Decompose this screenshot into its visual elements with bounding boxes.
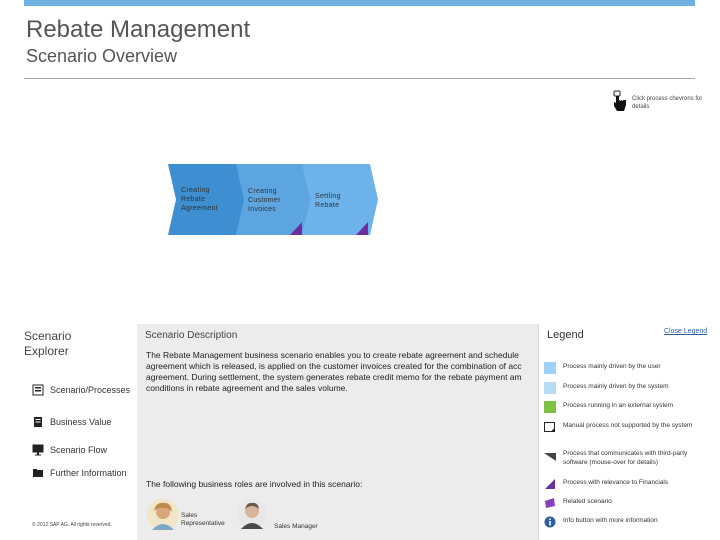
green-square-icon	[544, 401, 556, 413]
legend-item-text: Process with relevance to Financials	[563, 479, 669, 486]
chevron-label-line: Creating	[181, 187, 210, 194]
panel-scenario-flow[interactable]: Scenario Flow	[24, 439, 137, 460]
chevron-label-line: Customer	[248, 197, 281, 204]
page-title: Rebate Management	[26, 16, 251, 43]
process-list-icon	[32, 384, 44, 395]
legend-title: Legend	[547, 329, 584, 341]
copyright: © 2012 SAP AG. All rights reserved.	[32, 522, 112, 528]
chevron-label-line: Settling	[315, 193, 341, 200]
role-label: Sales Manager	[274, 523, 344, 531]
top-accent-bar	[24, 0, 695, 6]
chevron-label-2: Creating Customer Invoices	[248, 187, 281, 214]
legend-item-text: Process mainly driven by the system	[563, 383, 669, 390]
page-subtitle: Scenario Overview	[26, 46, 178, 66]
sales-representative-avatar	[147, 499, 179, 531]
manual-process-icon	[544, 422, 555, 432]
hint-text: Click process chevrons for details	[632, 96, 703, 110]
monitor-icon	[32, 444, 44, 455]
panel-business-value[interactable]: Business Value	[24, 411, 137, 432]
light-blue-square-icon	[544, 382, 556, 394]
scenario-description-title: Scenario Description	[145, 330, 238, 341]
legend-item-related-scenario: Related scenario	[544, 497, 703, 509]
folder-icon	[33, 468, 43, 477]
roles-intro: The following business roles are involve…	[146, 479, 363, 489]
legend-item-manual-process: Manual process not supported by the syst…	[544, 421, 703, 433]
third-party-triangle-icon	[544, 453, 556, 461]
role-label-line: Sales Manager	[274, 523, 318, 530]
legend-item-user-driven: Process mainly driven by the user	[544, 362, 703, 374]
info-icon	[544, 516, 556, 528]
panel-label: Further Information	[50, 467, 127, 478]
legend-item-text: Manual process not supported by the syst…	[563, 422, 693, 429]
chevron-label-3: Settling Rebate	[315, 192, 341, 210]
legend-item-text: Process mainly driven by the user	[563, 363, 661, 370]
panel-scenario-processes[interactable]: Scenario/Processes	[24, 379, 137, 400]
related-scenario-icon	[545, 498, 555, 508]
title-divider	[24, 78, 695, 79]
legend-item-external-system: Process running in an external system	[544, 401, 703, 413]
financials-triangle-icon	[545, 479, 555, 489]
description-line: The Rebate Management business scenario …	[146, 350, 519, 360]
legend-item-info-button: Info button with more information	[544, 516, 703, 528]
panel-label: Business Value	[50, 416, 112, 427]
legend-item-third-party: Process that communicates with third-par…	[544, 449, 703, 467]
scenario-explorer-title: Scenario Explorer	[24, 329, 94, 359]
chevron-label-line: Rebate	[181, 196, 206, 203]
chevron-label-line: Invoices	[248, 206, 277, 213]
description-line: conditions in rebate agreement and the s…	[146, 383, 348, 393]
scenario-description-text: The Rebate Management business scenario …	[146, 350, 538, 396]
role-label-line: Sales	[181, 512, 198, 519]
chevron-label-line: Rebate	[315, 202, 340, 209]
hand-pointer-icon	[613, 90, 626, 111]
panel-label: Scenario/Processes	[50, 384, 131, 395]
legend-item-text: Process running in an external system	[563, 402, 674, 409]
panel-further-information[interactable]: Further Information	[24, 462, 137, 483]
legend-item-text: Info button with more information	[563, 517, 658, 524]
close-legend-link[interactable]: Close Legend	[664, 328, 707, 335]
explorer-title-line: Explorer	[24, 344, 69, 358]
description-line: agreement which is released, is applied …	[146, 361, 522, 371]
legend-item-text: Process that communicates with third-par…	[563, 450, 688, 466]
explorer-title-line: Scenario	[24, 329, 72, 343]
business-value-icon	[34, 416, 42, 427]
light-blue-square-icon	[544, 362, 556, 374]
chevron-label-1: Creating Rebate Agreement	[181, 186, 218, 213]
role-label-line: Representative	[181, 520, 225, 527]
sales-manager-avatar	[237, 499, 267, 529]
role-label: Sales Representative	[181, 512, 241, 528]
description-line: agreement. During settlement, the system…	[146, 372, 522, 382]
chevron-label-line: Agreement	[181, 205, 218, 212]
legend-item-financials: Process with relevance to Financials	[544, 478, 703, 490]
chevron-label-line: Creating	[248, 188, 277, 195]
legend-item-text: Related scenario	[563, 498, 612, 505]
panel-label: Scenario Flow	[50, 444, 108, 455]
legend-item-system-driven: Process mainly driven by the system	[544, 382, 703, 394]
